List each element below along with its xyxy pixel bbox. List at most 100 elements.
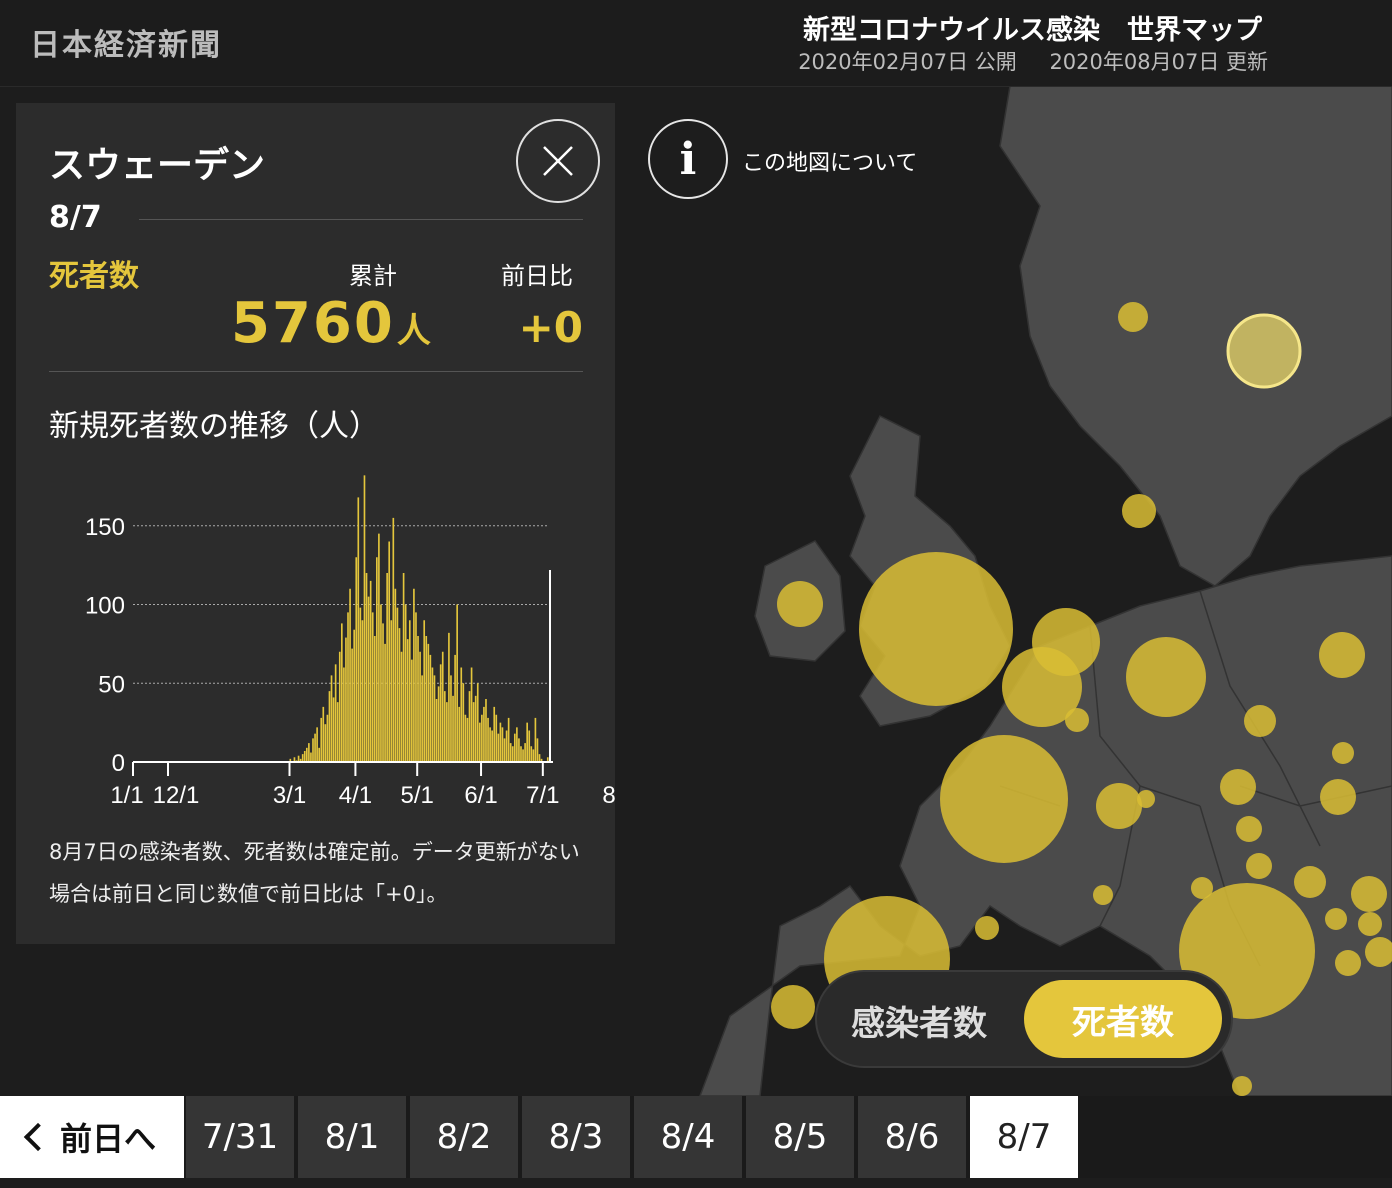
chevron-left-icon	[23, 1122, 53, 1152]
chart-bar	[503, 738, 506, 763]
map-title: 新型コロナウイルス感染 世界マップ	[803, 15, 1262, 46]
close-icon	[543, 146, 573, 176]
chart-bar	[491, 730, 493, 762]
chart-bar	[353, 629, 356, 762]
cumulative-label: 累計	[349, 262, 397, 290]
bubble-north-macedonia[interactable]	[1335, 950, 1361, 976]
cumulative-unit: 人	[396, 311, 433, 351]
chart-bar	[363, 475, 366, 762]
close-button[interactable]	[516, 119, 600, 203]
bubble-luxembourg[interactable]	[1065, 708, 1089, 732]
chart-bar	[308, 743, 310, 762]
chart-bar	[365, 573, 368, 762]
date-tab-8-1[interactable]: 8/1	[298, 1096, 406, 1178]
date-tab-7-31[interactable]: 7/31	[186, 1096, 294, 1178]
chart-bar	[534, 717, 537, 762]
chart-bar	[324, 724, 327, 762]
chart-bar	[336, 702, 339, 762]
bubble-uk[interactable]	[859, 552, 1013, 706]
metric-label: 死者数	[49, 259, 139, 294]
nikkei-logo[interactable]: 日本経済新聞	[30, 20, 222, 64]
info-label[interactable]: この地図について	[742, 145, 917, 177]
date-tab-8-2[interactable]: 8/2	[410, 1096, 518, 1178]
chart-bar	[468, 691, 471, 763]
chart-bar	[382, 623, 384, 762]
site-header: 日本経済新聞 新型コロナウイルス感染 世界マップ 2020年02月07日 公開 …	[0, 0, 1392, 87]
bubble-denmark[interactable]	[1122, 494, 1156, 528]
chart-bar	[305, 747, 308, 762]
chart-bar	[303, 750, 306, 763]
chart-bar	[301, 754, 304, 763]
chart-bar	[433, 675, 436, 763]
bubble-montenegro[interactable]	[1358, 912, 1382, 936]
chart-bar	[458, 706, 461, 763]
date-tab-8-4[interactable]: 8/4	[634, 1096, 742, 1178]
bubble-bosnia[interactable]	[1325, 908, 1347, 930]
bubble-romania[interactable]	[1294, 866, 1326, 898]
bubble-portugal[interactable]	[771, 985, 815, 1029]
chart-bar	[347, 612, 349, 763]
x-tick-label: 1/1	[110, 782, 143, 809]
chart-bar	[505, 730, 508, 762]
chart-bar	[530, 746, 533, 762]
toggle-deaths[interactable]: 死者数	[1024, 980, 1222, 1058]
bubble-poland[interactable]	[1319, 632, 1365, 678]
x-tick-label: 12/1	[153, 782, 200, 809]
chart-bar	[538, 754, 541, 763]
bubble-czechia[interactable]	[1244, 705, 1276, 737]
bubble-liechtenstein[interactable]	[1137, 790, 1155, 808]
bubble-austria[interactable]	[1220, 769, 1256, 805]
info-button[interactable]: i	[648, 119, 728, 199]
chart-bar	[448, 632, 450, 762]
date-tab-8-7[interactable]: 8/7	[970, 1096, 1078, 1178]
bubble-germany[interactable]	[1126, 637, 1206, 717]
chart-bar	[318, 747, 320, 762]
bubble-norway[interactable]	[1118, 302, 1148, 332]
chart-bar	[394, 588, 397, 762]
chart-bar	[351, 648, 353, 762]
bubble-hungary[interactable]	[1320, 779, 1356, 815]
chart-bar	[520, 746, 522, 762]
chart-bar	[425, 636, 428, 762]
chart-bar	[320, 717, 323, 762]
bubble-slovakia[interactable]	[1332, 742, 1354, 764]
bubble-slovenia[interactable]	[1236, 816, 1262, 842]
chart-bar	[359, 607, 362, 762]
bubble-andorra[interactable]	[975, 916, 999, 940]
chart-bar	[501, 727, 504, 762]
chart-bar	[390, 620, 393, 762]
chart-bar	[526, 722, 528, 763]
chart-bar	[314, 733, 316, 762]
chart-bar	[343, 667, 345, 762]
chart-bar	[429, 654, 432, 762]
prev-day-button[interactable]: 前日へ	[0, 1096, 184, 1178]
chart-bar	[349, 588, 351, 762]
toggle-cases[interactable]: 感染者数	[851, 996, 987, 1045]
bubble-serbia[interactable]	[1351, 876, 1387, 912]
bubble-switzerland[interactable]	[1096, 783, 1142, 829]
chart-bar	[522, 749, 524, 762]
chart-bar	[454, 654, 456, 762]
daily-deaths-chart: 0 50 100 150 1/1 12/1 3/1 4/1 5/1 6/1 7/1 8/7	[85, 475, 615, 809]
chart-bar	[536, 738, 539, 763]
bubble-sweden[interactable]	[1226, 313, 1302, 389]
date-tab-8-3[interactable]: 8/3	[522, 1096, 630, 1178]
chart-bar	[441, 651, 444, 762]
bubble-france[interactable]	[940, 735, 1068, 863]
chart-bar	[398, 628, 401, 763]
date-tab-8-6[interactable]: 8/6	[858, 1096, 966, 1178]
bubble-albania[interactable]	[1232, 1076, 1252, 1096]
chart-bar	[511, 746, 514, 762]
chart-bar	[396, 607, 399, 762]
chart-bar	[518, 738, 520, 763]
bubble-croatia[interactable]	[1246, 853, 1272, 879]
chart-bar	[470, 667, 473, 762]
chart-bar	[369, 580, 372, 763]
chart-bar	[408, 620, 411, 762]
bubble-monaco[interactable]	[1093, 885, 1113, 905]
published-date: 2020年02月07日 公開	[798, 50, 1017, 74]
divider	[139, 219, 583, 220]
date-tab-8-5[interactable]: 8/5	[746, 1096, 854, 1178]
bubble-ireland[interactable]	[777, 581, 823, 627]
updated-date: 2020年08月07日 更新	[1049, 50, 1268, 74]
